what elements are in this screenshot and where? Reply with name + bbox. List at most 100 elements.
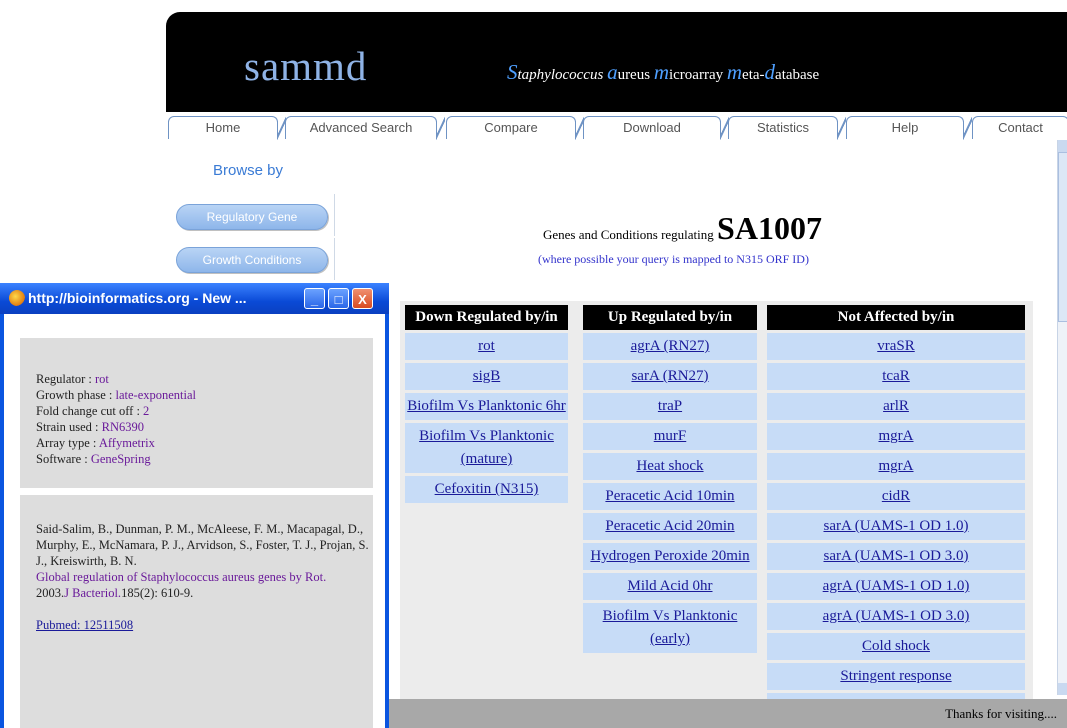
result-link[interactable]: cidR <box>767 483 1025 510</box>
popup-window: http://bioinformatics.org - New ... _ □ … <box>0 283 389 728</box>
detail-value: late-exponential <box>115 388 197 402</box>
minimize-button[interactable]: _ <box>304 288 325 309</box>
result-link[interactable]: sigB <box>405 363 568 390</box>
tab-statistics[interactable]: Statistics <box>728 116 846 140</box>
popup-titlebar[interactable]: http://bioinformatics.org - New ... _ □ … <box>0 283 389 314</box>
result-link[interactable]: sarA (UAMS-1 OD 1.0) <box>767 513 1025 540</box>
subtitle-capital: m <box>653 60 669 84</box>
column-header: Not Affected by/in <box>767 305 1025 330</box>
tab-contact[interactable]: Contact <box>972 116 1067 139</box>
tab-help[interactable]: Help <box>846 116 972 140</box>
page-scrollbar[interactable] <box>1057 140 1067 695</box>
sidebar-divider <box>334 238 335 280</box>
experiment-details: Regulator : rot Growth phase : late-expon… <box>20 338 373 488</box>
column-header: Down Regulated by/in <box>405 305 568 330</box>
tab-download[interactable]: Download <box>583 116 729 140</box>
status-bar: Thanks for visiting.... <box>389 699 1067 728</box>
page-subtitle: (where possible your query is mapped to … <box>538 252 809 266</box>
result-link[interactable]: agrA (RN27) <box>583 333 757 360</box>
result-link[interactable]: mgrA <box>767 453 1025 480</box>
detail-label: Software : <box>36 452 91 466</box>
detail-value: RN6390 <box>101 420 144 434</box>
tab-home[interactable]: Home <box>168 116 286 140</box>
status-text: Thanks for visiting.... <box>945 706 1057 721</box>
popup-title: http://bioinformatics.org - New ... <box>28 290 247 306</box>
pubmed-link[interactable]: Pubmed: 12511508 <box>36 618 133 632</box>
page-title: Genes and Conditions regulating SA1007 <box>543 210 822 247</box>
nav-bar: Home Advanced Search Compare Download St… <box>166 112 1067 140</box>
result-link[interactable]: vraSR <box>767 333 1025 360</box>
result-link[interactable]: Cefoxitin (N315) <box>405 476 568 503</box>
citation-box: Said-Salim, B., Dunman, P. M., McAleese,… <box>20 495 373 728</box>
result-link[interactable]: Peracetic Acid 20min <box>583 513 757 540</box>
result-link[interactable]: sarA (RN27) <box>583 363 757 390</box>
result-link[interactable]: Mild Acid 0hr <box>583 573 757 600</box>
result-link[interactable]: rot <box>405 333 568 360</box>
detail-value: Affymetrix <box>98 436 155 450</box>
scroll-thumb[interactable] <box>1058 152 1067 322</box>
detail-label: Growth phase : <box>36 388 116 402</box>
subtitle-capital: S <box>507 60 518 84</box>
result-link[interactable]: Biofilm Vs Planktonic (mature) <box>405 423 568 473</box>
subtitle-capital: a <box>607 60 618 84</box>
sidebar-title: Browse by <box>213 162 284 179</box>
subtitle-text: eta- <box>742 67 765 83</box>
result-link[interactable]: tcaR <box>767 363 1025 390</box>
gene-id: SA1007 <box>717 210 822 246</box>
detail-label: Strain used : <box>36 420 102 434</box>
citation-journal: J Bacteriol. <box>64 586 122 600</box>
result-link[interactable]: Heat shock <box>583 453 757 480</box>
subtitle-text: atabase <box>775 67 820 83</box>
sidebar-divider <box>334 194 335 236</box>
close-button[interactable]: X <box>352 288 373 309</box>
detail-row: Fold change cut off : 2 <box>36 403 196 419</box>
not-affected-column: Not Affected by/in vraSR tcaR arlR mgrA mgrA… <box>767 305 1025 701</box>
site-logo[interactable]: sammd <box>244 46 367 87</box>
citation-volume: 185(2): 610-9. <box>121 586 194 600</box>
result-link[interactable]: agrA (UAMS-1 OD 1.0) <box>767 573 1025 600</box>
subtitle-text: icroarray <box>668 67 727 83</box>
results-table: Down Regulated by/in rot sigB Biofilm Vs P… <box>400 301 1033 701</box>
detail-label: Regulator : <box>36 372 96 386</box>
subtitle-capital: d <box>764 60 776 84</box>
citation-authors: Said-Salim, B., Dunman, P. M., McAleese,… <box>36 522 369 568</box>
site-subtitle: Staphylococcus aureus microarray meta-da… <box>507 60 819 85</box>
result-link[interactable]: Peracetic Acid 10min <box>583 483 757 510</box>
result-link[interactable]: Cold shock <box>767 633 1025 660</box>
result-link[interactable]: Biofilm Vs Planktonic 6hr <box>405 393 568 420</box>
tab-compare[interactable]: Compare <box>446 116 584 140</box>
detail-row: Array type : Affymetrix <box>36 435 196 451</box>
detail-label: Fold change cut off : <box>36 404 144 418</box>
result-link[interactable]: Hydrogen Peroxide 20min <box>583 543 757 570</box>
result-link[interactable]: arlR <box>767 393 1025 420</box>
detail-value: rot <box>95 372 109 386</box>
citation-year: 2003. <box>36 586 65 600</box>
details-list: Regulator : rot Growth phase : late-expon… <box>36 371 196 467</box>
detail-label: Array type : <box>36 436 99 450</box>
firefox-icon <box>9 290 25 306</box>
result-link[interactable]: Biofilm Vs Planktonic (early) <box>583 603 757 653</box>
citation: Said-Salim, B., Dunman, P. M., McAleese,… <box>36 521 371 633</box>
result-link[interactable]: mgrA <box>767 423 1025 450</box>
result-link[interactable]: agrA (UAMS-1 OD 3.0) <box>767 603 1025 630</box>
subtitle-text: taphylococcus <box>517 67 608 83</box>
page-title-prefix: Genes and Conditions regulating <box>543 227 714 242</box>
up-regulated-column: Up Regulated by/in agrA (RN27) sarA (RN27… <box>583 305 757 653</box>
scroll-up-arrow-icon[interactable] <box>1058 140 1067 152</box>
result-link[interactable]: sarA (UAMS-1 OD 3.0) <box>767 543 1025 570</box>
result-link[interactable]: murF <box>583 423 757 450</box>
growth-conditions-button[interactable]: Growth Conditions <box>176 247 328 273</box>
site-header: sammd Staphylococcus aureus microarray m… <box>166 12 1067 112</box>
citation-source: 2003.J Bacteriol.185(2): 610-9. <box>36 585 371 601</box>
result-link[interactable]: Stringent response <box>767 663 1025 690</box>
subtitle-capital: m <box>726 60 743 84</box>
regulatory-gene-button[interactable]: Regulatory Gene <box>176 204 328 230</box>
tab-advanced-search[interactable]: Advanced Search <box>285 116 445 140</box>
detail-row: Strain used : RN6390 <box>36 419 196 435</box>
maximize-button[interactable]: □ <box>328 288 349 309</box>
detail-row: Regulator : rot <box>36 371 196 387</box>
detail-row: Software : GeneSpring <box>36 451 196 467</box>
scroll-down-arrow-icon[interactable] <box>1058 683 1067 695</box>
result-link[interactable]: traP <box>583 393 757 420</box>
citation-title: Global regulation of Staphylococcus aure… <box>36 570 327 584</box>
